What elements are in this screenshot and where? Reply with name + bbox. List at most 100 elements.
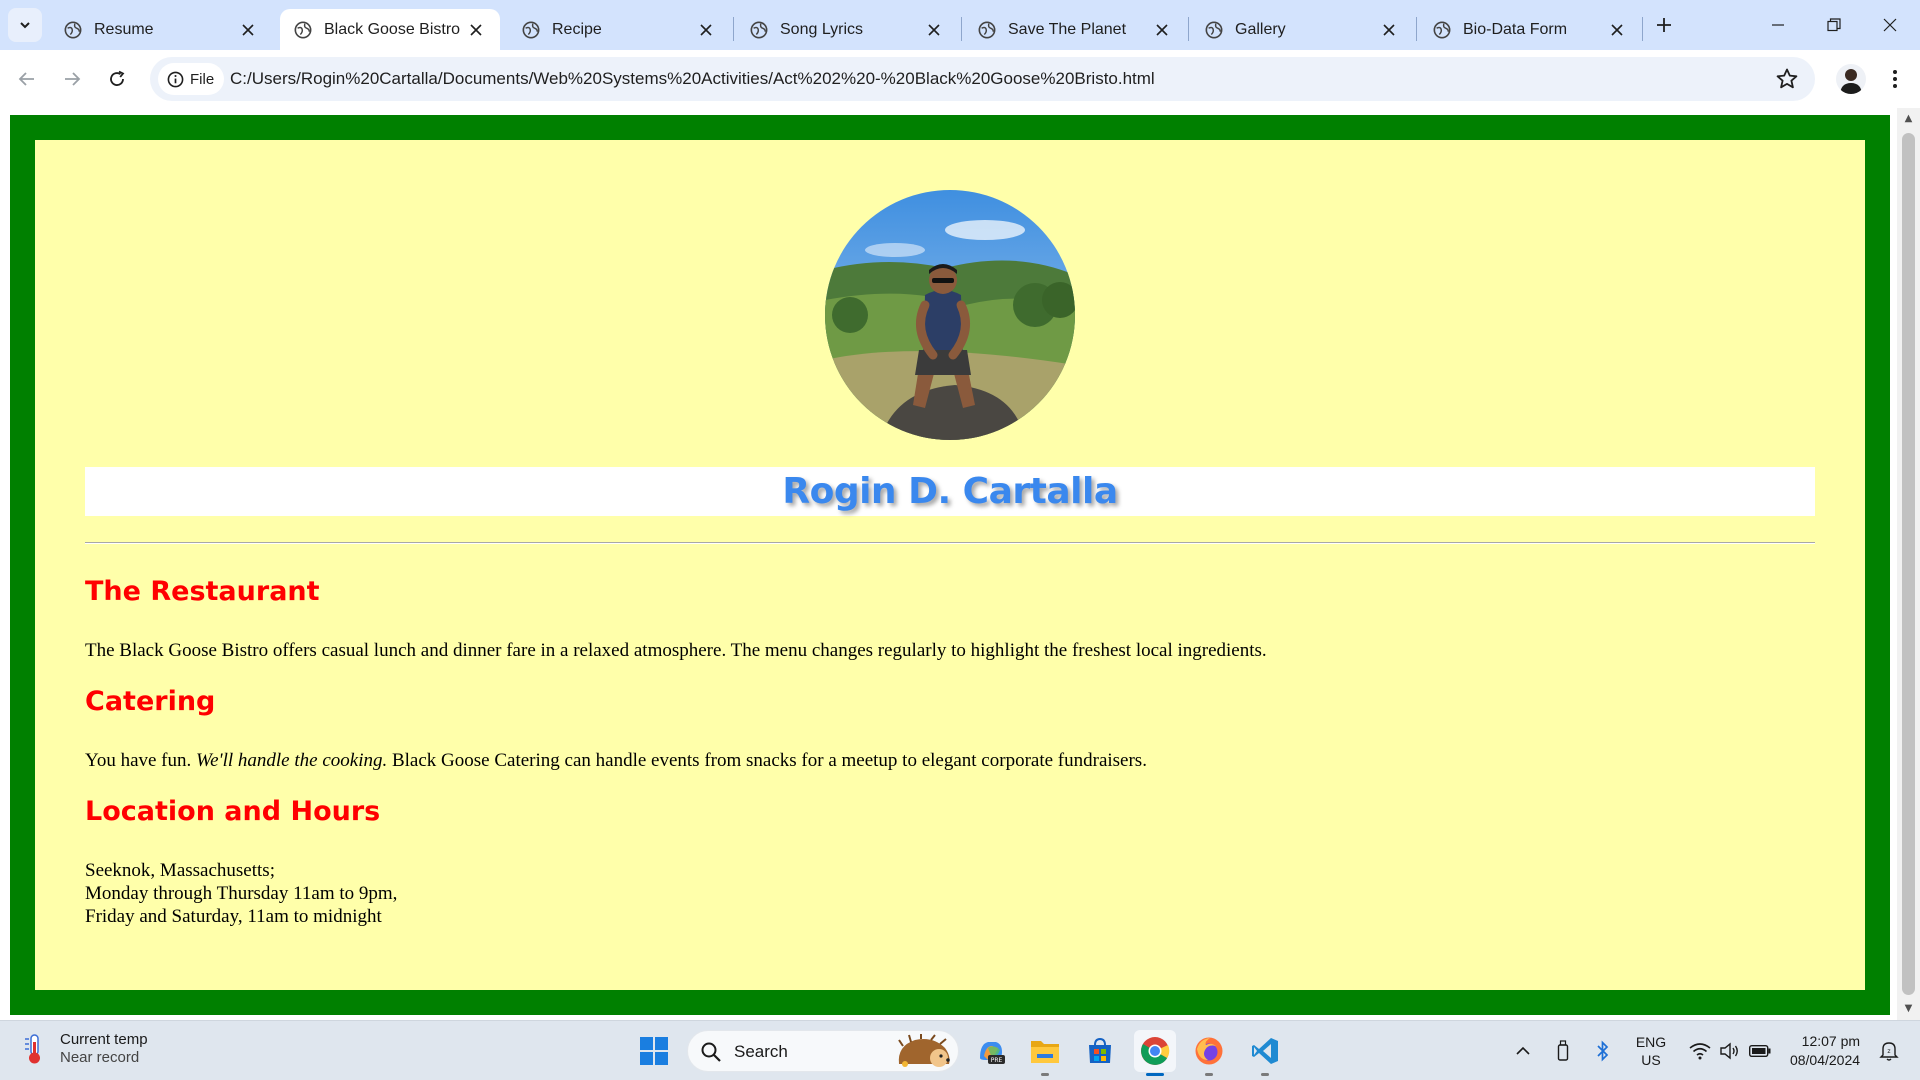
- close-icon: [1883, 18, 1897, 32]
- close-icon[interactable]: [238, 20, 258, 40]
- star-icon[interactable]: [1775, 67, 1799, 91]
- globe-icon: [1433, 21, 1451, 38]
- globe-icon: [1205, 21, 1223, 38]
- tab-search-button[interactable]: [8, 8, 42, 42]
- section-heading-restaurant: The Restaurant: [85, 576, 320, 607]
- tab-resume[interactable]: Resume: [50, 9, 272, 50]
- clock[interactable]: 12:07 pm 08/04/2024: [1780, 1021, 1870, 1080]
- hours-line: Monday through Thursday 11am to 9pm,: [85, 883, 398, 904]
- site-info-chip[interactable]: File: [158, 63, 224, 95]
- hedgehog-search-highlight-icon: [898, 1034, 950, 1067]
- clock-date: 08/04/2024: [1789, 1052, 1861, 1068]
- minimize-button[interactable]: [1750, 0, 1806, 50]
- name-banner: Rogin D. Cartalla: [85, 467, 1815, 516]
- language-indicator[interactable]: ENG US: [1628, 1021, 1674, 1080]
- taskbar-chrome[interactable]: [1134, 1030, 1176, 1076]
- taskbar-file-explorer[interactable]: [1024, 1030, 1066, 1076]
- vertical-scrollbar[interactable]: ▲ ▼: [1897, 108, 1920, 1020]
- tab-song-lyrics[interactable]: Song Lyrics: [736, 9, 958, 50]
- show-hidden-icons-button[interactable]: [1510, 1021, 1536, 1080]
- page-viewport: Rogin D. Cartalla The Restaurant The Bla…: [0, 108, 1920, 1020]
- volume-tray[interactable]: [1715, 1021, 1745, 1080]
- language-code: ENG: [1635, 1034, 1667, 1050]
- page-content: Rogin D. Cartalla The Restaurant The Bla…: [35, 140, 1865, 990]
- svg-text:z: z: [1887, 1048, 1890, 1055]
- notifications-button[interactable]: z: [1874, 1021, 1904, 1080]
- close-icon[interactable]: [1607, 20, 1627, 40]
- section-heading-catering: Catering: [85, 686, 216, 717]
- search-placeholder: Search: [734, 1042, 788, 1061]
- restore-button[interactable]: [1806, 0, 1862, 50]
- address-bar[interactable]: File C:/Users/Rogin%20Cartalla/Documents…: [150, 57, 1815, 101]
- close-window-button[interactable]: [1862, 0, 1918, 50]
- section-text-catering: You have fun. We'll handle the cooking. …: [85, 749, 1147, 772]
- chrome-icon: [1141, 1037, 1170, 1065]
- tab-black-goose-bistro[interactable]: Black Goose Bistro: [280, 9, 500, 50]
- browser-menu-button[interactable]: [1880, 64, 1910, 94]
- running-indicator: [1041, 1073, 1049, 1076]
- tab-gallery[interactable]: Gallery: [1191, 9, 1413, 50]
- reload-button[interactable]: [100, 62, 134, 96]
- weather-subtitle: Near record: [60, 1049, 140, 1066]
- windows-logo-icon: [640, 1037, 668, 1065]
- section-text-restaurant: The Black Goose Bistro offers casual lun…: [85, 640, 1267, 661]
- avatar-icon: [1840, 69, 1862, 94]
- taskbar: Current temp Near record Search PRE ENG …: [0, 1020, 1920, 1080]
- tab-bio-data-form[interactable]: Bio-Data Form: [1419, 9, 1641, 50]
- weather-title: Current temp: [60, 1031, 148, 1048]
- more-vert-icon: [1893, 70, 1897, 88]
- close-icon[interactable]: [696, 20, 716, 40]
- forward-button[interactable]: [55, 62, 89, 96]
- bluetooth-tray[interactable]: [1590, 1021, 1616, 1080]
- close-icon[interactable]: [466, 20, 486, 40]
- back-button[interactable]: [10, 62, 44, 96]
- usb-device-tray[interactable]: [1550, 1021, 1576, 1080]
- close-icon[interactable]: [1152, 20, 1172, 40]
- url-text[interactable]: C:/Users/Rogin%20Cartalla/Documents/Web%…: [230, 69, 1155, 89]
- taskbar-microsoft-store[interactable]: [1079, 1030, 1121, 1072]
- firefox-icon: [1195, 1037, 1223, 1065]
- tab-recipe[interactable]: Recipe: [508, 9, 730, 50]
- wifi-tray[interactable]: [1685, 1021, 1715, 1080]
- tab-title: Recipe: [552, 20, 602, 38]
- globe-icon: [750, 21, 768, 38]
- taskbar-firefox[interactable]: [1188, 1030, 1230, 1076]
- plus-icon: [1657, 18, 1671, 32]
- start-button[interactable]: [633, 1030, 675, 1072]
- taskbar-vscode[interactable]: [1244, 1030, 1286, 1076]
- scroll-down-arrow-icon[interactable]: ▼: [1903, 1003, 1914, 1014]
- catering-text-start: You have fun.: [85, 750, 192, 771]
- tab-title: Save The Planet: [1008, 20, 1127, 38]
- tab-strip: Resume Black Goose Bistro Recipe Song Ly…: [0, 0, 1920, 50]
- scroll-up-arrow-icon[interactable]: ▲: [1903, 113, 1914, 124]
- catering-text-end: Black Goose Catering can handle events f…: [391, 750, 1147, 771]
- site-info-label: File: [190, 70, 215, 88]
- scrollbar-thumb[interactable]: [1902, 133, 1915, 995]
- search-icon: [701, 1042, 721, 1062]
- battery-icon: [1749, 1045, 1771, 1057]
- profile-avatar[interactable]: [1836, 64, 1866, 94]
- bluetooth-icon: [1597, 1040, 1609, 1062]
- arrow-right-icon: [65, 72, 81, 86]
- weather-widget[interactable]: Current temp Near record: [22, 1031, 148, 1066]
- close-icon[interactable]: [1379, 20, 1399, 40]
- usb-drive-icon: [1557, 1040, 1569, 1061]
- tab-title: Song Lyrics: [780, 20, 863, 38]
- close-icon[interactable]: [924, 20, 944, 40]
- tab-separator: [961, 17, 962, 41]
- tab-title: Resume: [94, 20, 154, 38]
- chevron-up-icon: [1516, 1046, 1530, 1055]
- new-tab-button[interactable]: [1650, 11, 1678, 39]
- minimize-icon: [1772, 24, 1784, 26]
- browser-toolbar: File C:/Users/Rogin%20Cartalla/Documents…: [0, 50, 1920, 108]
- page-border: Rogin D. Cartalla The Restaurant The Bla…: [10, 115, 1890, 1015]
- globe-icon: [978, 21, 996, 38]
- tab-save-the-planet[interactable]: Save The Planet: [964, 9, 1186, 50]
- restore-icon: [1827, 18, 1841, 32]
- globe-icon: [522, 21, 540, 38]
- taskbar-copilot[interactable]: PRE: [970, 1030, 1012, 1072]
- taskbar-search[interactable]: Search: [687, 1030, 959, 1072]
- battery-tray[interactable]: [1745, 1021, 1775, 1080]
- tab-title: Bio-Data Form: [1463, 20, 1568, 38]
- svg-text:PRE: PRE: [991, 1057, 1003, 1064]
